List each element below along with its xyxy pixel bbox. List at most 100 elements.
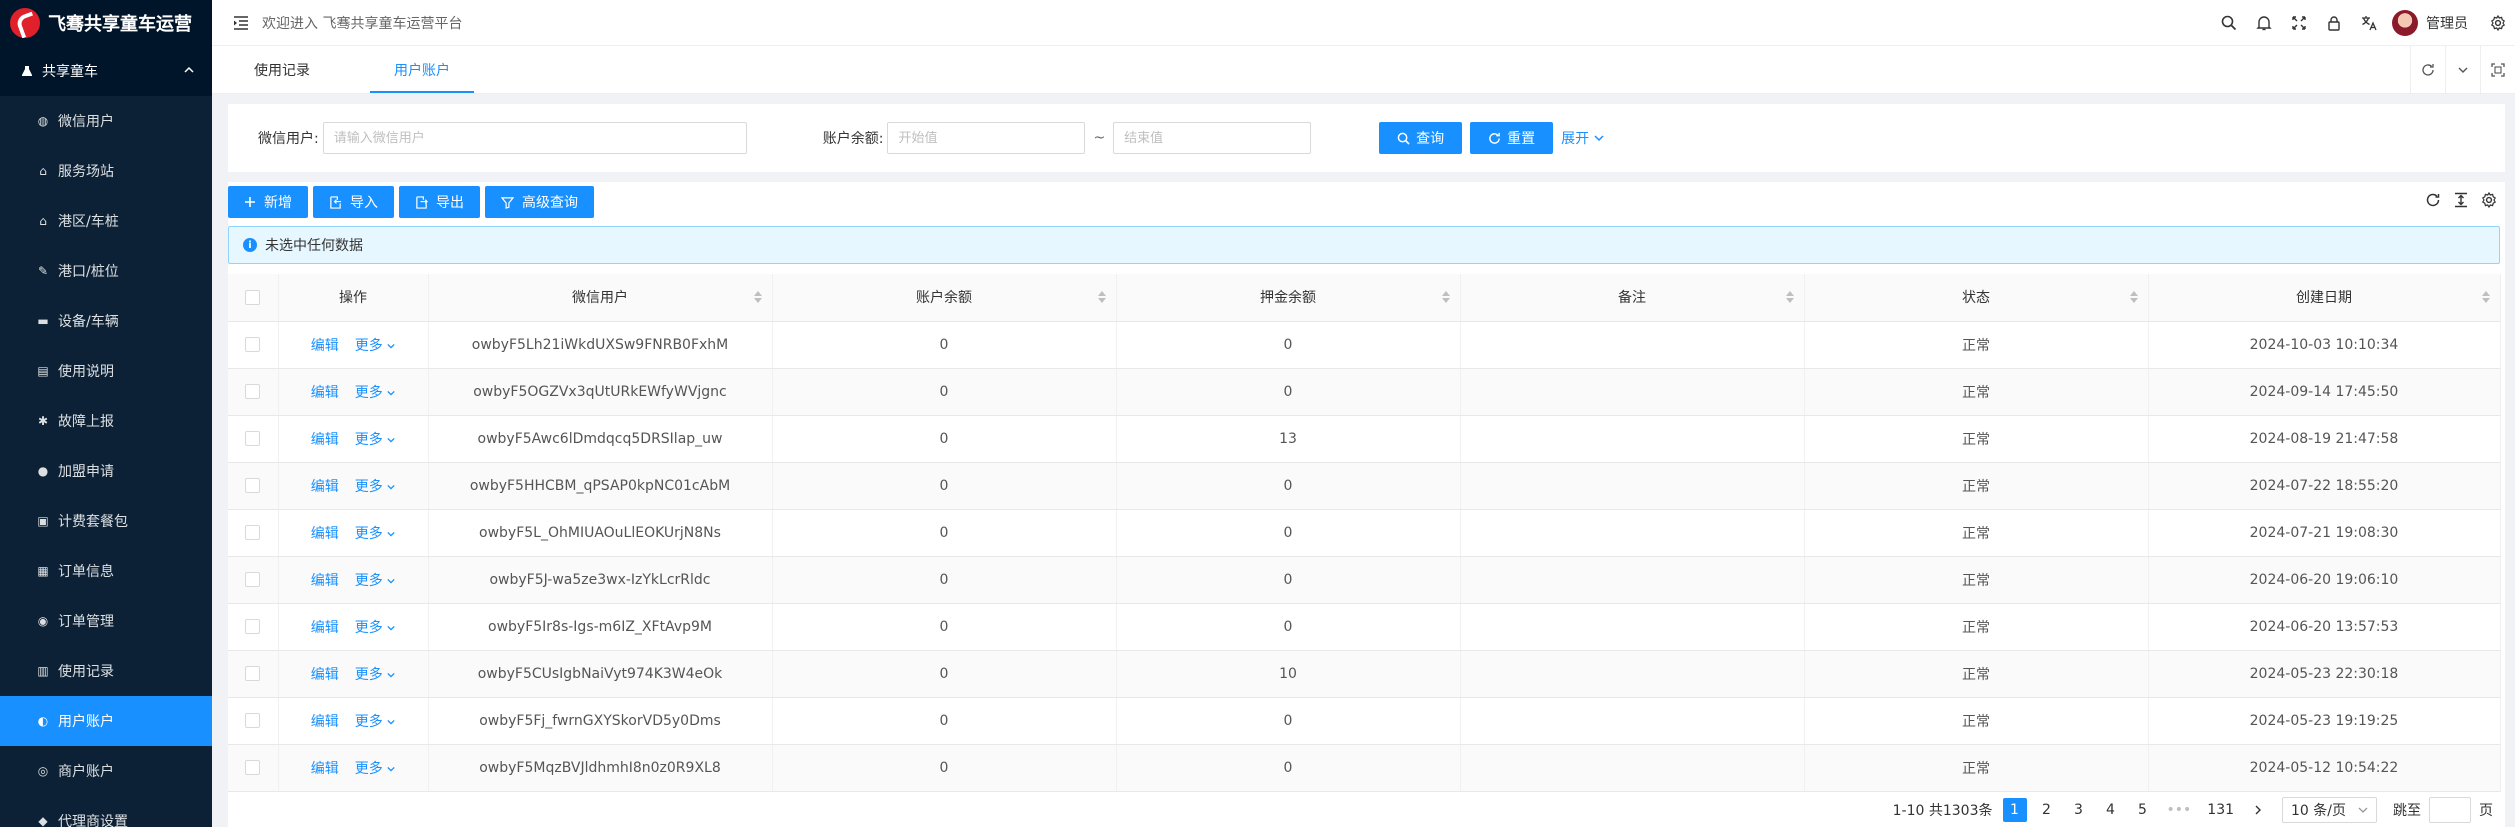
expand-icon[interactable] — [2480, 46, 2515, 93]
select-all-checkbox[interactable] — [245, 289, 261, 305]
reload-icon[interactable] — [2410, 46, 2445, 93]
sidebar-item-12[interactable]: ▥ 使用记录 — [0, 646, 212, 696]
row-checkbox[interactable] — [245, 713, 261, 728]
edit-link[interactable]: 编辑 — [311, 573, 339, 589]
page-ellipsis[interactable]: ••• — [2163, 798, 2196, 822]
edit-link[interactable]: 编辑 — [311, 667, 339, 683]
sidebar-item-2[interactable]: ⌂ 服务场站 — [0, 146, 212, 196]
edit-link[interactable]: 编辑 — [311, 338, 339, 354]
sidebar-item-13[interactable]: ◐ 用户账户 — [0, 696, 212, 746]
merchant-icon: ◎ — [37, 764, 49, 778]
row-checkbox[interactable] — [245, 478, 261, 493]
more-dropdown[interactable]: 更多 — [355, 714, 395, 730]
column-height-icon[interactable] — [2453, 192, 2469, 212]
edit-link[interactable]: 编辑 — [311, 385, 339, 401]
balance-end-input[interactable] — [1113, 122, 1312, 154]
sidebar-item-7[interactable]: ✱ 故障上报 — [0, 396, 212, 446]
search-icon[interactable] — [2211, 0, 2246, 46]
reload-icon[interactable] — [2425, 192, 2441, 212]
more-dropdown[interactable]: 更多 — [355, 761, 395, 777]
sidebar-item-14[interactable]: ◎ 商户账户 — [0, 746, 212, 796]
lock-icon[interactable] — [2316, 0, 2351, 46]
edit-link[interactable]: 编辑 — [311, 432, 339, 448]
row-checkbox[interactable] — [245, 619, 261, 634]
add-button[interactable]: 新增 — [228, 186, 308, 218]
page-2[interactable]: 2 — [2035, 798, 2059, 822]
column-header-deposit[interactable]: 押金余额 — [1116, 274, 1461, 322]
query-button[interactable]: 查询 — [1379, 122, 1463, 154]
more-dropdown[interactable]: 更多 — [355, 338, 395, 354]
more-dropdown[interactable]: 更多 — [355, 573, 395, 589]
sidebar-item-4[interactable]: ✎ 港口/桩位 — [0, 246, 212, 296]
row-checkbox[interactable] — [245, 337, 261, 352]
sidebar-item-10[interactable]: ▦ 订单信息 — [0, 546, 212, 596]
wechat-user-input[interactable] — [322, 122, 747, 154]
username[interactable]: 管理员 — [2426, 13, 2468, 33]
gear-icon[interactable] — [2481, 191, 2497, 212]
sidebar-item-6[interactable]: ▤ 使用说明 — [0, 346, 212, 396]
sidebar-group-shared-stroller[interactable]: 共享童车 — [0, 46, 212, 96]
row-checkbox[interactable] — [245, 760, 261, 775]
more-dropdown[interactable]: 更多 — [355, 667, 395, 683]
tab-usage-records[interactable]: 使用记录 — [212, 46, 352, 93]
sort-icon[interactable] — [753, 291, 762, 304]
avatar[interactable] — [2392, 10, 2418, 36]
cell-balance: 0 — [772, 462, 1117, 510]
column-header-status[interactable]: 状态 — [1804, 274, 2149, 322]
column-header-created-date[interactable]: 创建日期 — [2148, 274, 2501, 322]
import-button[interactable]: 导入 — [313, 186, 394, 218]
export-button[interactable]: 导出 — [399, 186, 480, 218]
row-checkbox[interactable] — [245, 431, 261, 446]
sort-icon[interactable] — [1785, 291, 1794, 304]
edit-link[interactable]: 编辑 — [311, 479, 339, 495]
tool-icon: ✎ — [37, 264, 49, 278]
more-dropdown[interactable]: 更多 — [355, 432, 395, 448]
row-checkbox[interactable] — [245, 525, 261, 540]
sort-icon[interactable] — [2481, 291, 2490, 304]
more-dropdown[interactable]: 更多 — [355, 479, 395, 495]
next-page-button[interactable] — [2246, 798, 2270, 822]
fullscreen-icon[interactable] — [2281, 0, 2316, 46]
column-header-wechat-user[interactable]: 微信用户 — [428, 274, 773, 322]
page-last[interactable]: 131 — [2203, 798, 2238, 822]
sidebar-item-9[interactable]: ▣ 计费套餐包 — [0, 496, 212, 546]
bell-icon[interactable] — [2246, 0, 2281, 46]
sidebar-item-15[interactable]: ◆ 代理商设置 — [0, 796, 212, 827]
sort-icon[interactable] — [1441, 291, 1450, 304]
gear-icon[interactable] — [2480, 0, 2515, 46]
sidebar-item-1[interactable]: ◍ 微信用户 — [0, 96, 212, 146]
row-checkbox[interactable] — [245, 572, 261, 587]
menu-fold-icon[interactable] — [232, 14, 250, 32]
row-checkbox[interactable] — [245, 384, 261, 399]
page-5[interactable]: 5 — [2131, 798, 2155, 822]
advanced-query-button[interactable]: 高级查询 — [485, 186, 594, 218]
sidebar-item-11[interactable]: ◉ 订单管理 — [0, 596, 212, 646]
sidebar-item-8[interactable]: ● 加盟申请 — [0, 446, 212, 496]
tab-user-accounts[interactable]: 用户账户 — [352, 46, 492, 93]
row-checkbox[interactable] — [245, 666, 261, 681]
expand-toggle[interactable]: 展开 — [1561, 128, 1605, 148]
sidebar-item-3[interactable]: ⌂ 港区/车桩 — [0, 196, 212, 246]
page-4[interactable]: 4 — [2099, 798, 2123, 822]
translate-icon[interactable] — [2351, 0, 2386, 46]
chevron-down-icon[interactable] — [2445, 46, 2480, 93]
more-dropdown[interactable]: 更多 — [355, 526, 395, 542]
sort-icon[interactable] — [1097, 291, 1106, 304]
more-dropdown[interactable]: 更多 — [355, 385, 395, 401]
edit-link[interactable]: 编辑 — [311, 761, 339, 777]
reset-button[interactable]: 重置 — [1470, 122, 1554, 154]
page-1[interactable]: 1 — [2002, 798, 2027, 822]
column-header-balance[interactable]: 账户余额 — [772, 274, 1117, 322]
page-3[interactable]: 3 — [2067, 798, 2091, 822]
sort-icon[interactable] — [2129, 291, 2138, 304]
logo[interactable]: 飞骞共享童车运营 — [0, 0, 212, 46]
edit-link[interactable]: 编辑 — [311, 526, 339, 542]
column-header-note[interactable]: 备注 — [1460, 274, 1805, 322]
sidebar-item-5[interactable]: ▬ 设备/车辆 — [0, 296, 212, 346]
edit-link[interactable]: 编辑 — [311, 714, 339, 730]
balance-start-input[interactable] — [887, 122, 1086, 154]
page-size-select[interactable]: 10 条/页 — [2282, 797, 2377, 823]
jump-page-input[interactable] — [2429, 797, 2471, 823]
edit-link[interactable]: 编辑 — [311, 620, 339, 636]
more-dropdown[interactable]: 更多 — [355, 620, 395, 636]
